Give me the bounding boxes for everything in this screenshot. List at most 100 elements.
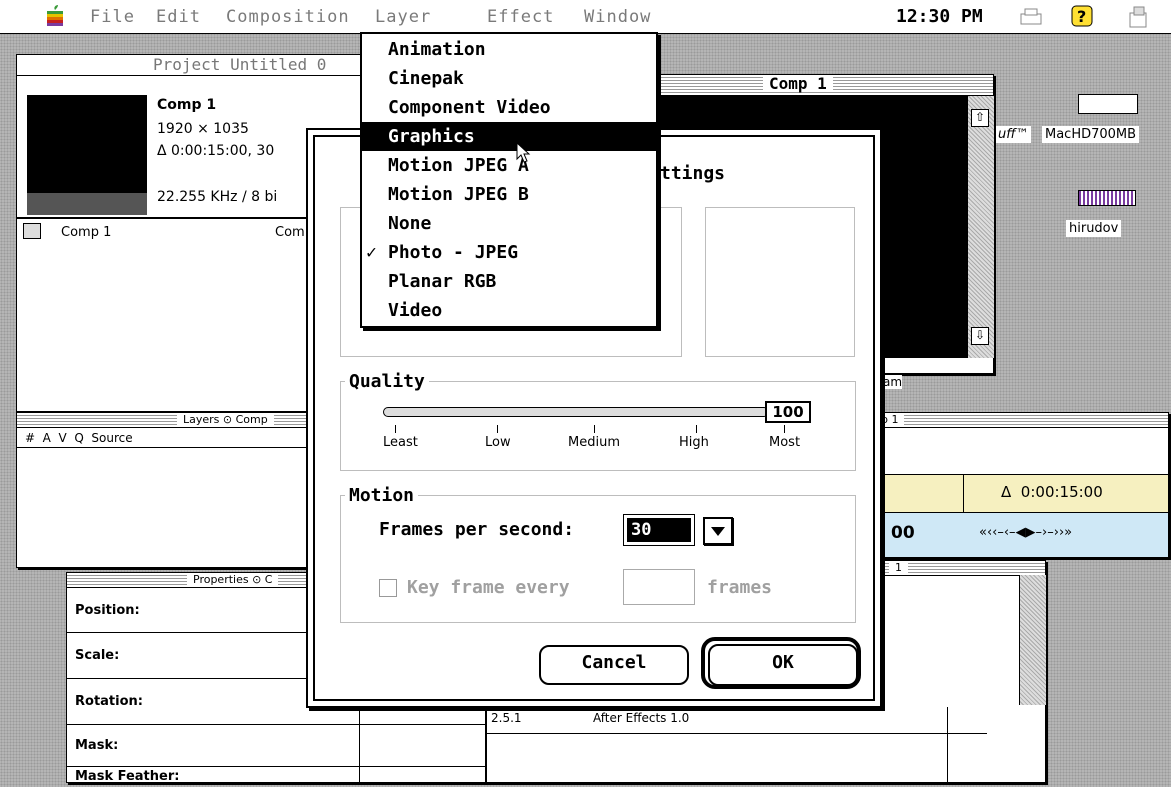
time-ruler[interactable] — [875, 429, 1168, 475]
tick-high — [696, 425, 697, 433]
printer-icon[interactable] — [1018, 7, 1044, 27]
fps-field[interactable]: 30 — [623, 514, 695, 546]
menu-item-none[interactable]: None — [362, 209, 656, 238]
menu-edit[interactable]: Edit — [156, 7, 201, 27]
info-vertical-scrollbar[interactable] — [1019, 575, 1046, 705]
tick-label-high: High — [679, 435, 709, 450]
layers-title: Layers ⊙ Comp — [177, 413, 274, 426]
tick-label-medium: Medium — [568, 435, 620, 450]
properties-title: Properties ⊙ C — [187, 573, 279, 586]
motion-group — [340, 495, 856, 623]
info-col-divider — [947, 707, 948, 783]
menu-item-motion-jpeg-a[interactable]: Motion JPEG A — [362, 151, 656, 180]
menu-layer[interactable]: Layer — [375, 7, 431, 27]
item-dims: 1920 × 1035 — [157, 121, 249, 137]
layers-column-divider — [17, 447, 315, 448]
menu-item-photo-jpeg[interactable]: ✓ Photo - JPEG — [362, 238, 656, 267]
menu-item-label: Animation — [388, 39, 486, 60]
comp-thumbnail — [27, 95, 147, 215]
keyframe-label: Key frame every — [407, 577, 570, 598]
fps-dropdown-button[interactable] — [703, 517, 733, 545]
svg-text:?: ? — [1077, 7, 1086, 26]
menu-item-label: Motion JPEG A — [388, 155, 529, 176]
keyframe-field[interactable] — [623, 569, 695, 605]
checkmark-icon: ✓ — [366, 242, 377, 263]
layers-titlebar[interactable]: Layers ⊙ Comp — [17, 413, 315, 428]
scroll-down-icon[interactable]: ⇩ — [971, 327, 989, 345]
menu-item-label: Component Video — [388, 97, 551, 118]
clock[interactable]: 12:30 PM — [896, 6, 983, 27]
stuffit-label[interactable]: uff™ — [996, 126, 1031, 143]
ok-button[interactable]: OK — [708, 644, 858, 686]
menu-item-graphics[interactable]: Graphics — [362, 122, 656, 151]
menu-item-animation[interactable]: Animation — [362, 35, 656, 64]
time-current-cell: 00 «‹‹–‹–◀▶–›–››» — [875, 513, 1168, 557]
tick-most — [784, 425, 785, 433]
tick-medium — [594, 425, 595, 433]
menu-item-motion-jpeg-b[interactable]: Motion JPEG B — [362, 180, 656, 209]
application-menu-icon[interactable] — [1126, 5, 1150, 29]
chevron-down-icon — [711, 527, 725, 536]
time-titlebar[interactable]: p 1 — [875, 413, 1168, 428]
file-label[interactable]: hirudov — [1066, 220, 1122, 237]
item-duration: Δ 0:00:15:00, 30 — [157, 143, 275, 159]
project-list-column: Com — [275, 225, 305, 240]
comp-vertical-scrollbar[interactable] — [967, 96, 994, 358]
tick-low — [497, 425, 498, 433]
menu-item-label: Graphics — [388, 126, 475, 147]
menu-item-cinepak[interactable]: Cinepak — [362, 64, 656, 93]
layers-window: Layers ⊙ Comp # A V Q Source — [16, 412, 316, 568]
menu-item-label: Video — [388, 300, 443, 321]
menu-item-label: None — [388, 213, 432, 234]
info-title: 1 — [889, 561, 908, 574]
item-name: Comp 1 — [157, 97, 217, 113]
menu-effect[interactable]: Effect — [487, 7, 554, 27]
menu-item-video[interactable]: Video — [362, 296, 656, 325]
fps-value[interactable]: 30 — [627, 518, 691, 542]
property-mask-feather[interactable]: Mask Feather: — [67, 767, 485, 787]
menu-item-label: Cinepak — [388, 68, 464, 89]
dialog-title: ttings — [660, 163, 726, 184]
drive-icon[interactable] — [1078, 94, 1138, 114]
cancel-button[interactable]: Cancel — [539, 645, 689, 685]
quality-label: Quality — [345, 371, 429, 392]
quality-slider-track[interactable] — [383, 407, 769, 417]
scroll-up-icon[interactable]: ⇧ — [971, 109, 989, 127]
keyframe-unit: frames — [707, 577, 773, 598]
menu-item-planar-rgb[interactable]: Planar RGB — [362, 267, 656, 296]
tick-least — [395, 425, 396, 433]
motion-label: Motion — [345, 485, 419, 506]
comp-icon — [23, 223, 41, 239]
drive-label[interactable]: MacHD700MB — [1042, 126, 1140, 143]
project-title: Project Untitled 0 — [147, 57, 333, 73]
quality-group — [340, 381, 856, 471]
help-icon[interactable]: ? — [1070, 4, 1094, 28]
property-mask[interactable]: Mask: — [67, 725, 485, 767]
layers-columns: # A V Q Source — [25, 431, 133, 445]
compressor-preview-right — [705, 207, 855, 357]
file-icon[interactable] — [1078, 190, 1136, 206]
time-current: 00 — [891, 523, 915, 543]
fps-label: Frames per second: — [379, 519, 575, 540]
apple-menu-icon[interactable] — [44, 4, 66, 28]
menu-bar: File Edit Composition Layer Effect Windo… — [0, 0, 1171, 34]
menu-item-label: Planar RGB — [388, 271, 497, 292]
tick-label-most: Most — [769, 435, 801, 450]
menu-window[interactable]: Window — [584, 7, 651, 27]
keyframe-checkbox[interactable] — [379, 579, 397, 597]
tick-label-least: Least — [383, 435, 418, 450]
project-titlebar[interactable]: Project Untitled 0 — [17, 55, 395, 76]
comp-titlebar[interactable]: Comp 1 — [653, 75, 993, 96]
menu-file[interactable]: File — [90, 7, 135, 27]
project-list-item[interactable]: Comp 1 — [61, 225, 111, 240]
comp-label-partial: am — [883, 375, 903, 389]
menu-item-label: Photo - JPEG — [388, 242, 519, 263]
quality-slider-thumb[interactable]: 100 — [765, 401, 811, 423]
comp-title: Comp 1 — [763, 76, 833, 92]
item-audio: 22.255 KHz / 8 bi — [157, 189, 278, 205]
info-version: 2.5.1 — [491, 711, 522, 725]
time-navigator[interactable]: «‹‹–‹–◀▶–›–››» — [979, 525, 1072, 540]
menu-item-component-video[interactable]: Component Video — [362, 93, 656, 122]
menu-item-label: Motion JPEG B — [388, 184, 529, 205]
menu-composition[interactable]: Composition — [226, 7, 350, 27]
